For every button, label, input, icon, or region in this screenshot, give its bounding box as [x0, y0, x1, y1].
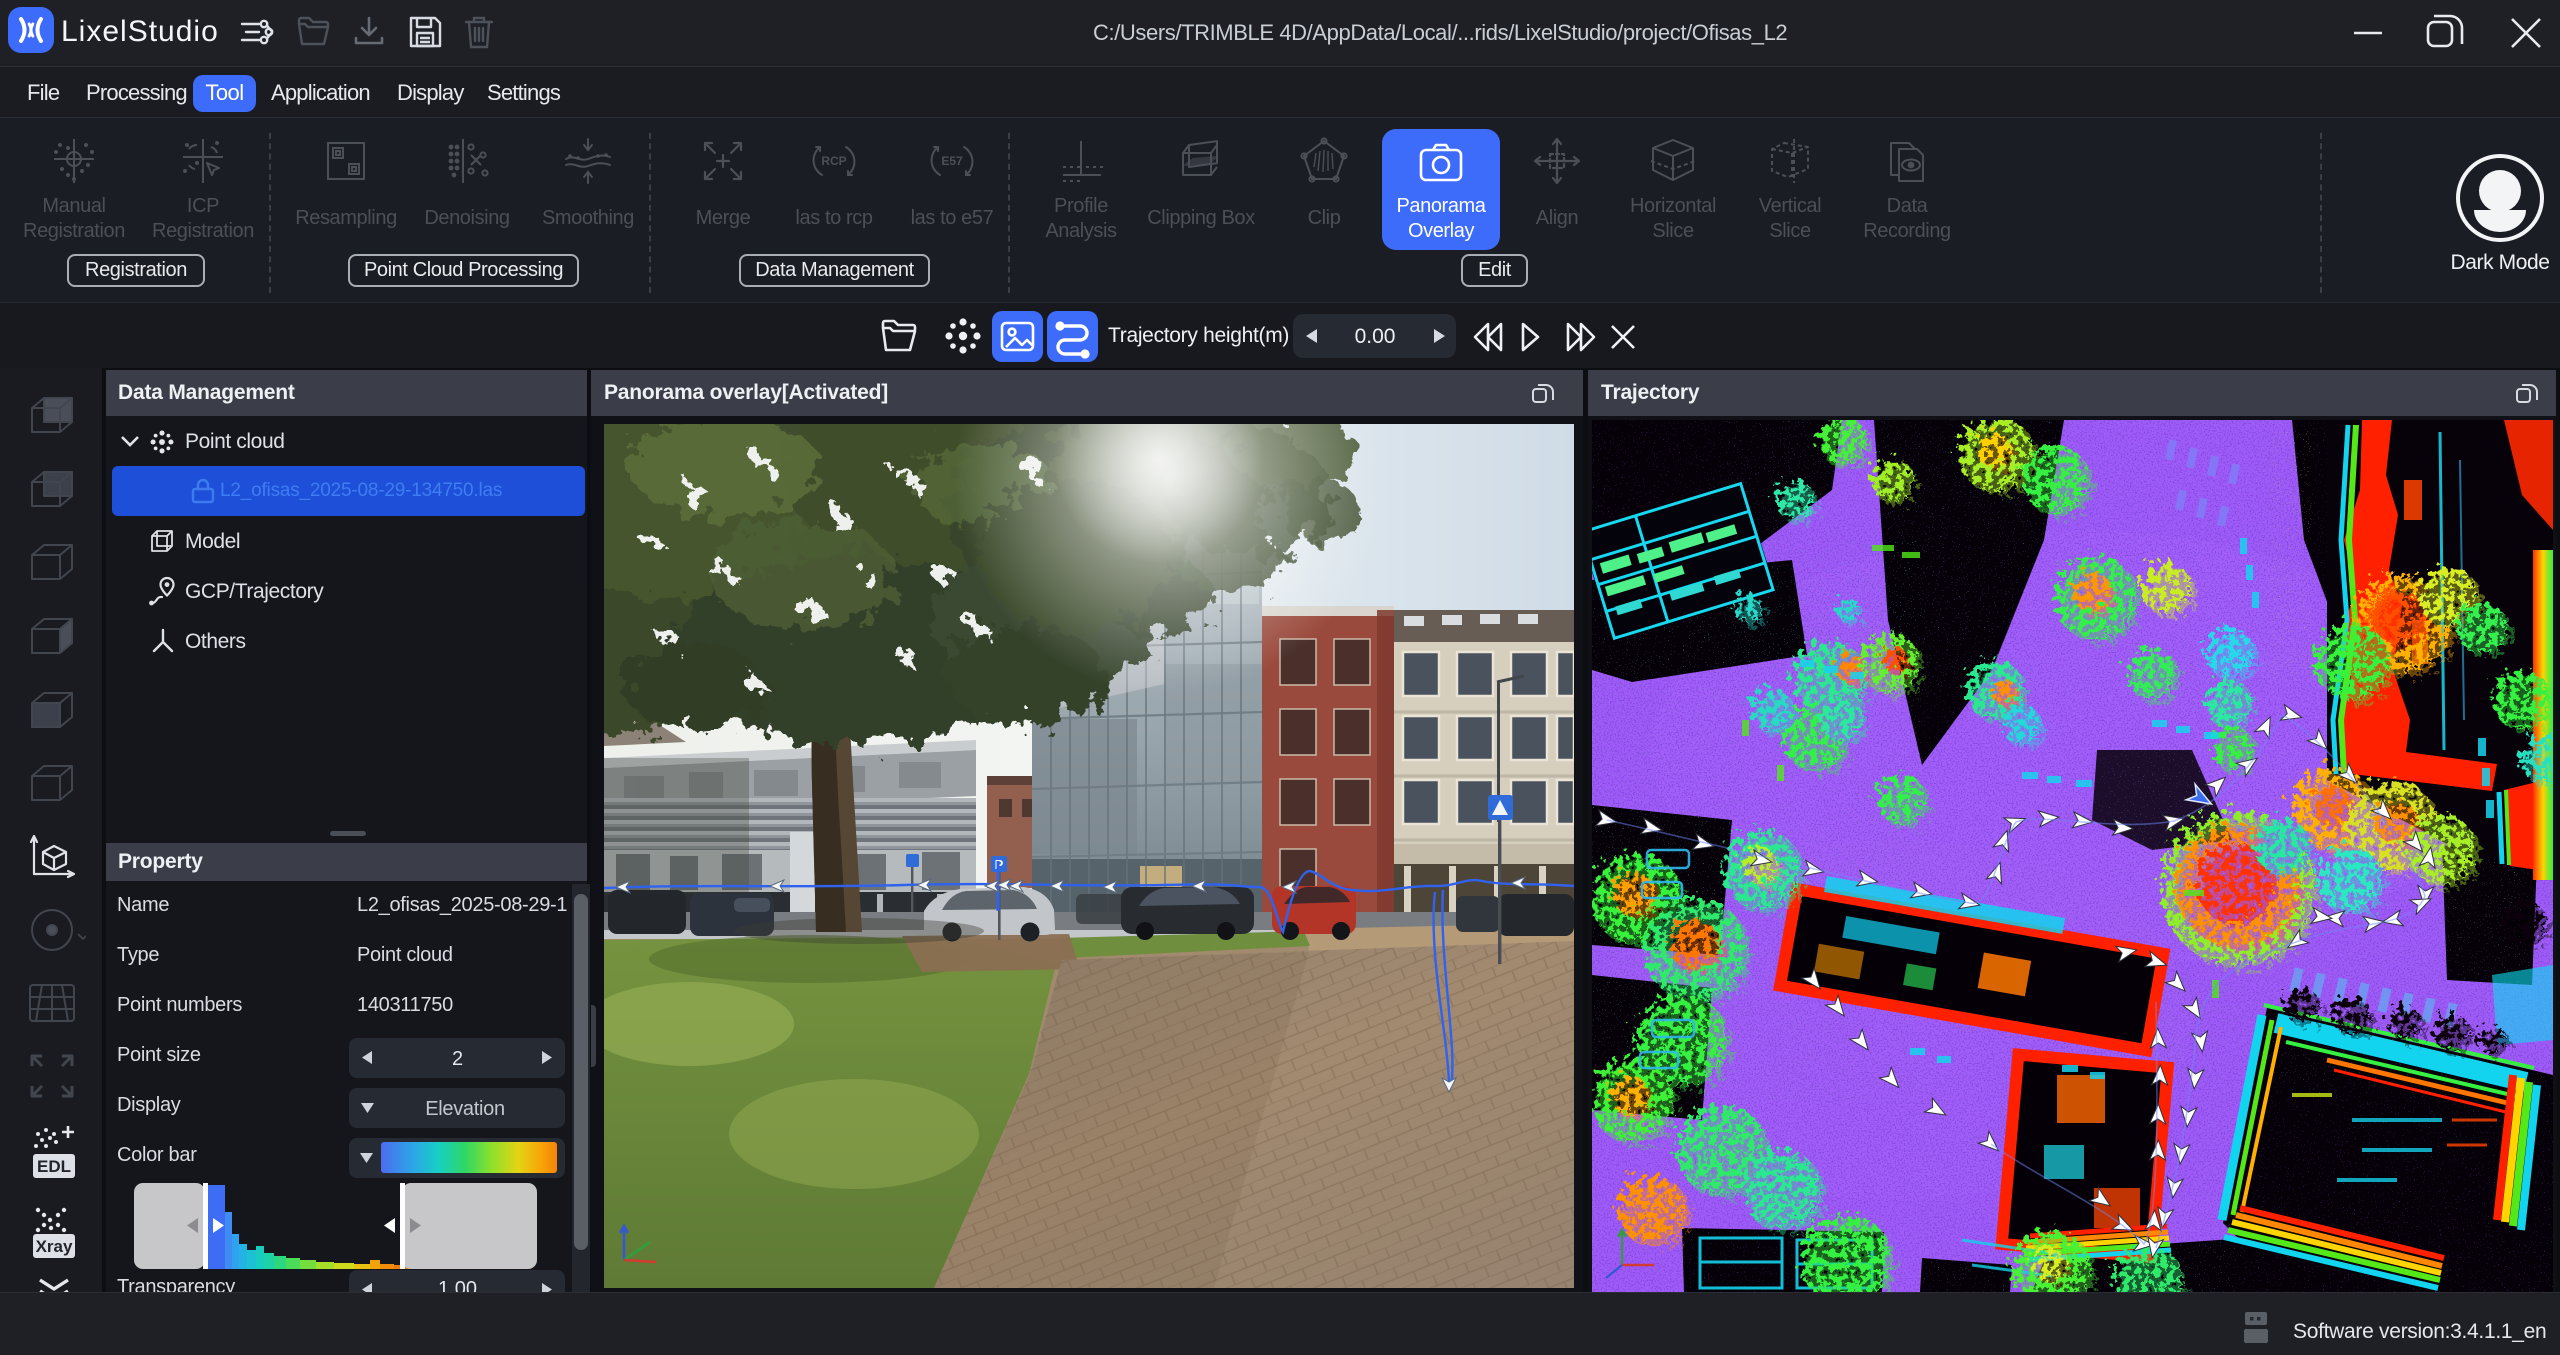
svg-text:E57: E57	[941, 154, 963, 168]
svg-text:Xray: Xray	[36, 1237, 73, 1256]
svg-text:EDL: EDL	[37, 1157, 71, 1176]
svg-text:RCP: RCP	[821, 154, 846, 168]
